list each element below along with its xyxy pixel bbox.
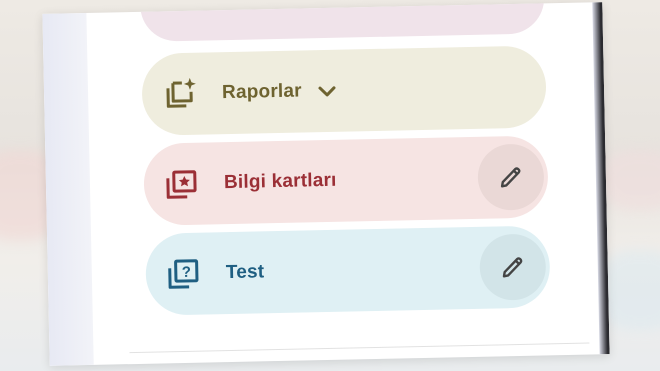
flashcards-star-icon	[166, 170, 197, 199]
divider	[129, 342, 590, 354]
nav-item-raporlar[interactable]: Raporlar	[141, 45, 547, 136]
nav-item-label: Bilgi kartları	[223, 169, 337, 194]
backdrop-blob	[600, 150, 660, 210]
edit-test-button[interactable]	[479, 233, 547, 301]
quiz-question-icon: ?	[168, 259, 199, 289]
nav-item-label: Test	[225, 261, 265, 284]
svg-text:?: ?	[182, 264, 192, 281]
nav-item-partial-top[interactable]	[139, 2, 545, 42]
nav-item-test[interactable]: ? Test	[145, 225, 551, 316]
side-panel: Raporlar Bilgi kartları ? Test	[42, 2, 610, 366]
panel-left-edge	[42, 12, 94, 366]
nav-item-bilgi-kartlari[interactable]: Bilgi kartları	[143, 135, 549, 226]
nav-item-label: Raporlar	[221, 80, 303, 104]
reports-sparkle-icon	[166, 77, 196, 108]
chevron-down-icon[interactable]	[316, 80, 338, 102]
backdrop-blob	[600, 250, 660, 330]
pencil-icon	[502, 257, 523, 278]
edit-bilgi-kartlari-button[interactable]	[477, 143, 545, 211]
pencil-icon	[500, 167, 521, 188]
